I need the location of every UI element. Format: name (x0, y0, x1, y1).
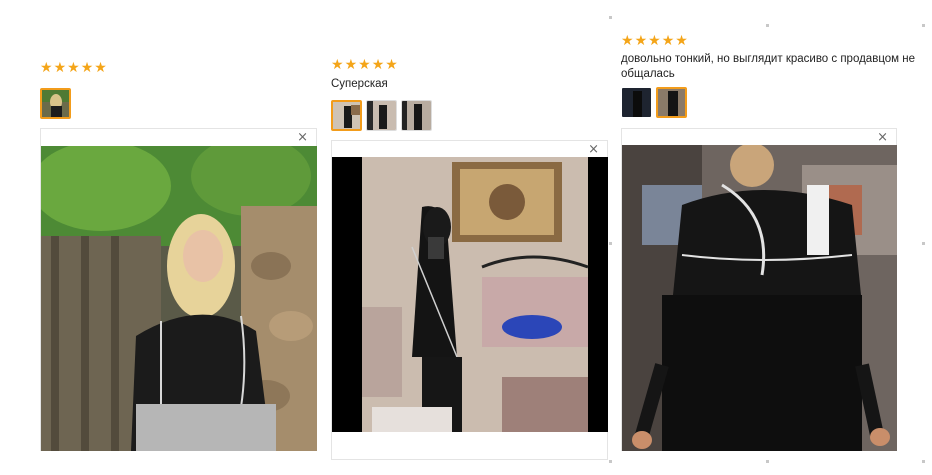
star-icon: ★ (53, 59, 67, 75)
selection-handle (922, 242, 925, 245)
selection-handle (609, 242, 612, 245)
star-icon: ★ (648, 32, 661, 48)
review-photo-thumbnail[interactable] (401, 100, 432, 131)
review-card-1: ★ ★ ★ ★ ★ (40, 60, 107, 74)
photo-viewer-2: × (331, 140, 608, 460)
thumbnail-strip-1 (40, 88, 71, 119)
review-photo (332, 157, 608, 432)
thumbnail-strip-3 (621, 87, 687, 118)
star-icon: ★ (634, 32, 648, 48)
review-photo (622, 145, 897, 451)
close-icon[interactable]: × (297, 131, 308, 145)
rating-stars: ★ ★ ★ ★ ★ (621, 33, 916, 47)
review-card-3: ★ ★ ★ ★ ★ довольно тонкий, но выглядит к… (621, 33, 916, 82)
close-icon[interactable]: × (588, 143, 599, 157)
rating-stars: ★ ★ ★ ★ ★ (331, 57, 591, 71)
selection-handle (609, 16, 612, 19)
star-icon: ★ (661, 32, 675, 48)
star-icon: ★ (344, 56, 358, 72)
review-text: Суперская (331, 78, 388, 90)
review-photo-thumbnail[interactable] (621, 87, 652, 118)
thumbnail-strip-2 (331, 100, 432, 131)
review-photo-thumbnail[interactable] (656, 87, 687, 118)
star-icon: ★ (385, 56, 398, 72)
selection-handle (922, 460, 925, 463)
selection-handle (609, 460, 612, 463)
selection-handle (922, 24, 925, 27)
rating-stars: ★ ★ ★ ★ ★ (40, 60, 107, 74)
star-icon: ★ (67, 59, 80, 75)
star-icon: ★ (621, 32, 634, 48)
selection-handle (766, 460, 769, 463)
star-icon: ★ (331, 56, 344, 72)
star-icon: ★ (80, 59, 94, 75)
close-icon[interactable]: × (877, 131, 888, 145)
photo-viewer-1: × (40, 128, 317, 451)
review-photo-thumbnail[interactable] (40, 88, 71, 119)
star-icon: ★ (371, 56, 385, 72)
review-photo-thumbnail[interactable] (366, 100, 397, 131)
review-text: довольно тонкий, но выглядит красиво с п… (621, 53, 916, 80)
review-card-2: ★ ★ ★ ★ ★ Суперская (331, 57, 591, 92)
star-icon: ★ (94, 59, 107, 75)
selection-handle (766, 24, 769, 27)
star-icon: ★ (675, 32, 688, 48)
photo-viewer-3: × (621, 128, 897, 451)
star-icon: ★ (358, 56, 371, 72)
star-icon: ★ (40, 59, 53, 75)
review-photo-thumbnail[interactable] (331, 100, 362, 131)
review-photo (41, 146, 317, 451)
